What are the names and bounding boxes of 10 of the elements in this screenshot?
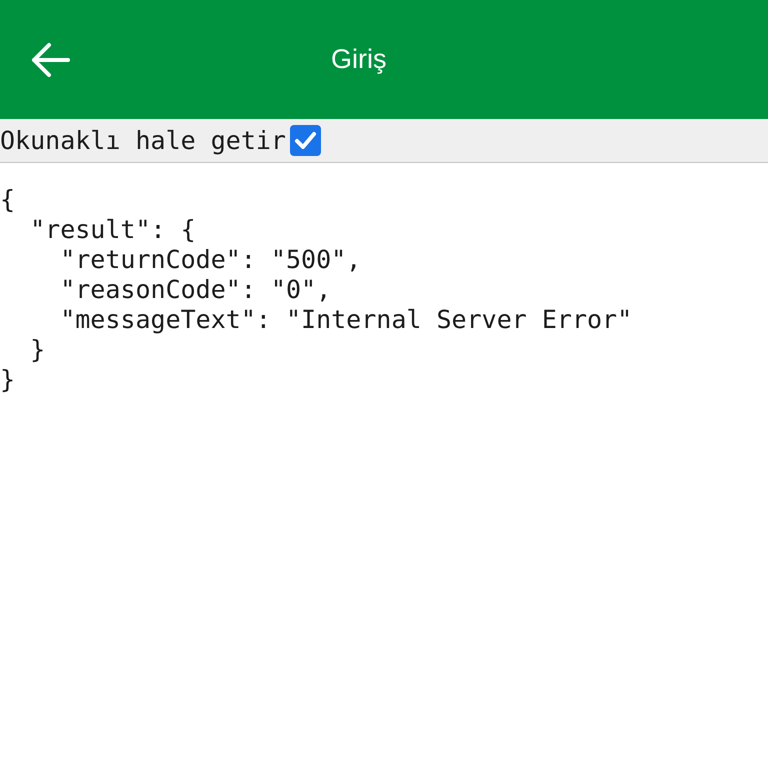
json-line: "result": { <box>29 215 196 245</box>
readable-label: Okunaklı hale getir <box>0 126 286 155</box>
json-line: { <box>0 185 16 215</box>
readable-checkbox[interactable] <box>290 125 321 156</box>
json-line: "returnCode": "500", <box>59 245 362 275</box>
screen-title: Giriş <box>331 44 386 75</box>
json-line: } <box>0 365 16 395</box>
json-line: "messageText": "Internal Server Error" <box>59 305 632 335</box>
json-line: "reasonCode": "0", <box>59 275 332 305</box>
json-line: } <box>29 335 46 365</box>
